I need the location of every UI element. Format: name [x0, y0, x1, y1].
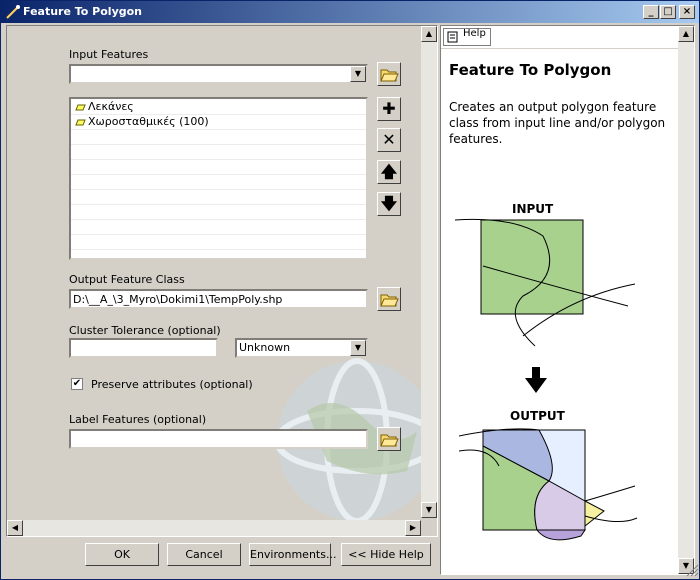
help-title: Feature To Polygon — [449, 61, 612, 79]
cancel-button[interactable]: Cancel — [167, 543, 241, 566]
polygon-layer-icon — [75, 104, 86, 110]
label-browse-button[interactable] — [377, 427, 401, 451]
list-item[interactable]: Λεκάνες — [71, 99, 366, 115]
plus-icon: ✚ — [382, 99, 396, 118]
tool-form-panel: Input Features ▼ Λεκάνες Χωροσταθμικές (… — [6, 25, 438, 537]
arrow-down-icon: 🡇 — [380, 194, 398, 213]
arrow-down-icon — [525, 367, 547, 393]
chevron-down-icon[interactable]: ▼ — [350, 66, 366, 82]
input-diagram — [454, 218, 636, 347]
ok-button[interactable]: OK — [85, 543, 159, 566]
preserve-attributes-checkbox[interactable]: ✔ — [71, 378, 83, 390]
output-browse-button[interactable] — [377, 287, 401, 311]
help-tab[interactable]: Help — [441, 26, 694, 49]
environments-button[interactable]: Environments... — [249, 543, 336, 566]
help-book-icon — [447, 31, 458, 43]
open-folder-icon — [380, 434, 399, 447]
cluster-units-dropdown[interactable]: Unknown ▼ — [235, 338, 368, 358]
move-up-button[interactable]: 🡅 — [377, 160, 401, 184]
input-browse-button[interactable] — [377, 62, 401, 86]
scroll-up-icon[interactable]: ▲ — [678, 26, 694, 42]
hide-help-button[interactable]: << Hide Help — [341, 543, 431, 566]
open-folder-icon — [380, 69, 399, 82]
polygon-layer-icon — [75, 119, 86, 125]
cluster-tolerance-label: Cluster Tolerance (optional) — [69, 324, 221, 337]
chevron-down-icon[interactable]: ▼ — [350, 340, 366, 356]
tool-icon — [6, 5, 20, 19]
form-horizontal-scrollbar[interactable]: ◀ ▶ — [7, 520, 421, 536]
help-vertical-scrollbar[interactable]: ▲ ▼ — [678, 26, 694, 574]
input-features-label: Input Features — [69, 48, 149, 61]
input-caption: INPUT — [512, 202, 554, 216]
help-panel: Help Feature To Polygon Creates an outpu… — [440, 25, 695, 575]
output-caption: OUTPUT — [510, 409, 565, 423]
close-button[interactable]: × — [679, 5, 695, 19]
form-vertical-scrollbar[interactable]: ▲ ▼ — [421, 26, 437, 518]
arrow-up-icon: 🡅 — [380, 162, 398, 181]
input-features-dropdown[interactable]: ▼ — [69, 64, 368, 84]
move-down-button[interactable]: 🡇 — [377, 192, 401, 216]
help-description: Creates an output polygon feature class … — [449, 100, 666, 146]
label-features-input[interactable] — [69, 429, 368, 449]
output-diagram — [459, 428, 638, 541]
output-feature-class-label: Output Feature Class — [69, 273, 185, 286]
remove-button[interactable]: ✕ — [377, 128, 401, 152]
cluster-units-value: Unknown — [239, 341, 291, 354]
help-tab-label: Help — [463, 28, 486, 39]
output-feature-class-input[interactable]: D:\__A_\3_Myro\Dokimi1\TempPoly.shp — [69, 289, 368, 309]
input-features-list[interactable]: Λεκάνες Χωροσταθμικές (100) — [69, 97, 368, 260]
list-item[interactable]: Χωροσταθμικές (100) — [71, 114, 366, 130]
preserve-attributes-label: Preserve attributes (optional) — [91, 378, 253, 391]
scroll-up-icon[interactable]: ▲ — [421, 26, 437, 42]
label-features-label: Label Features (optional) — [69, 413, 207, 426]
maximize-button[interactable]: □ — [660, 5, 676, 19]
scroll-left-icon[interactable]: ◀ — [7, 520, 23, 536]
cluster-tolerance-input[interactable] — [69, 338, 218, 358]
add-button[interactable]: ✚ — [377, 97, 401, 121]
scroll-right-icon[interactable]: ▶ — [405, 520, 421, 536]
window-title: Feature To Polygon — [23, 5, 143, 18]
resize-grip-icon[interactable] — [685, 563, 699, 577]
open-folder-icon — [380, 294, 399, 307]
title-bar[interactable]: Feature To Polygon _ □ × — [1, 1, 699, 23]
scroll-down-icon[interactable]: ▼ — [421, 502, 437, 518]
x-icon: ✕ — [382, 130, 396, 149]
dialog-window: Feature To Polygon _ □ × Input Features … — [0, 0, 700, 580]
minimize-button[interactable]: _ — [643, 5, 659, 19]
